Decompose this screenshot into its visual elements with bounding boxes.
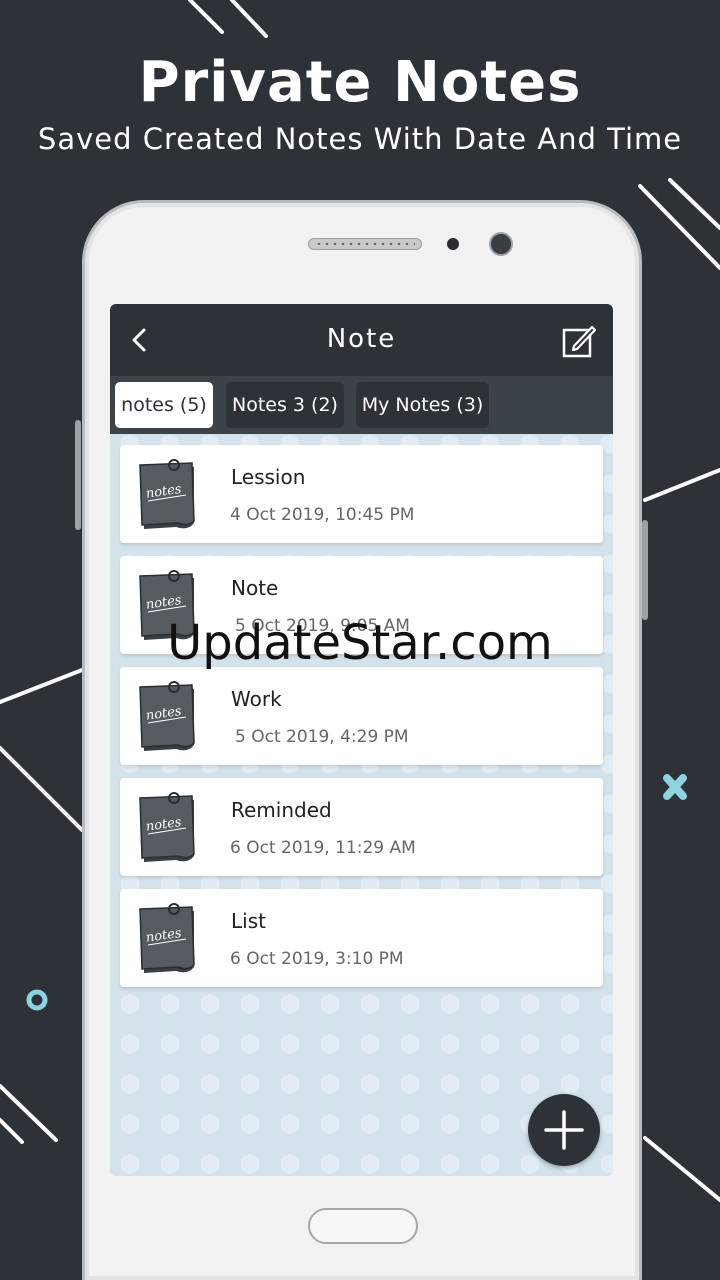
- tab-notes-3[interactable]: Notes 3 (2): [226, 382, 344, 428]
- notes-pad-icon: notes: [139, 792, 195, 862]
- phone-speaker: [308, 238, 422, 250]
- tab-my-notes[interactable]: My Notes (3): [356, 382, 489, 428]
- note-card[interactable]: notes List 6 Oct 2019, 3:10 PM: [120, 889, 603, 987]
- note-date: 5 Oct 2019, 4:29 PM: [235, 727, 409, 747]
- cross-shape: [663, 774, 687, 800]
- note-date: 6 Oct 2019, 3:10 PM: [230, 949, 404, 969]
- note-card[interactable]: notes Lession 4 Oct 2019, 10:45 PM: [120, 445, 603, 543]
- promo-headline: Private Notes: [138, 50, 582, 115]
- note-title: Note: [231, 576, 279, 600]
- watermark-text: UpdateStar.com: [167, 615, 553, 671]
- notes-pad-icon: notes: [139, 903, 195, 973]
- note-date: 4 Oct 2019, 10:45 PM: [230, 505, 415, 525]
- note-card[interactable]: notes Work 5 Oct 2019, 4:29 PM: [120, 667, 603, 765]
- note-title: List: [231, 909, 266, 933]
- phone-side-button-left: [75, 420, 81, 530]
- add-note-button[interactable]: [528, 1094, 600, 1166]
- note-card[interactable]: notes Reminded 6 Oct 2019, 11:29 AM: [120, 778, 603, 876]
- phone-side-button-right: [642, 520, 648, 620]
- phone-home-button[interactable]: [308, 1208, 418, 1244]
- app-screen: Note notes (5) Notes 3 (2) My Notes (3) …: [110, 304, 613, 1176]
- note-title: Lession: [231, 465, 306, 489]
- promo-subline: Saved Created Notes With Date And Time: [37, 122, 683, 156]
- phone-camera: [489, 232, 513, 256]
- app-toolbar: Note: [110, 304, 613, 376]
- notes-pad-icon: notes: [139, 681, 195, 751]
- note-date: 6 Oct 2019, 11:29 AM: [230, 838, 416, 858]
- notes-pad-icon: notes: [139, 459, 195, 529]
- tab-bar: notes (5) Notes 3 (2) My Notes (3): [110, 376, 613, 434]
- phone-sensor: [447, 238, 459, 250]
- note-title: Work: [231, 687, 282, 711]
- tab-notes[interactable]: notes (5): [115, 382, 213, 428]
- edit-note-icon[interactable]: [560, 322, 598, 360]
- ring-shape: [26, 989, 48, 1011]
- plus-icon: [544, 1110, 584, 1150]
- toolbar-title: Note: [326, 324, 397, 354]
- note-title: Reminded: [231, 798, 332, 822]
